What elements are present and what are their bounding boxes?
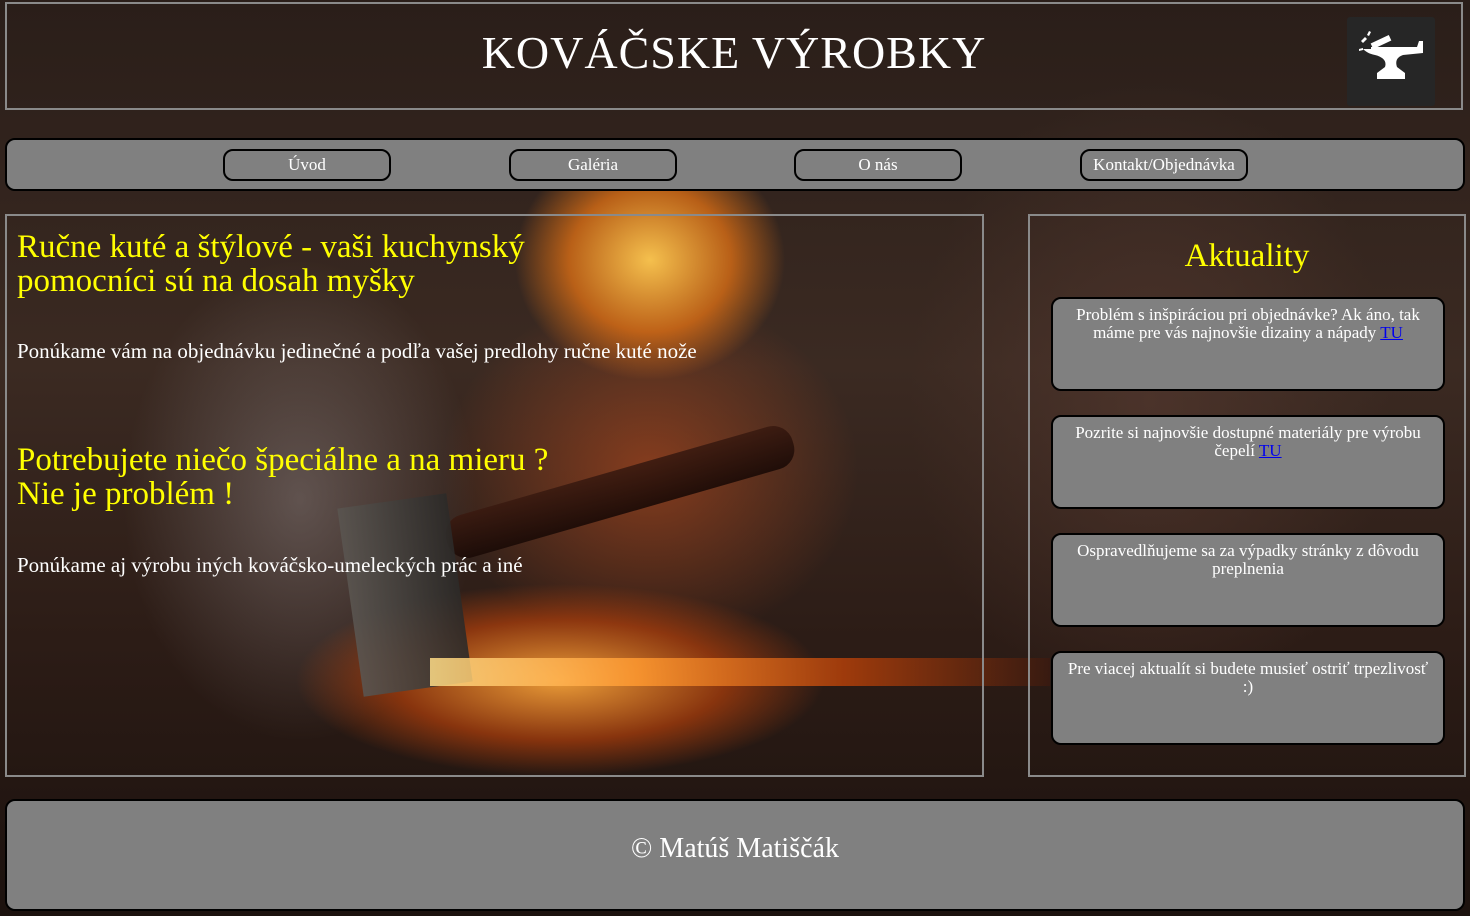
news-card-text: Pozrite si najnovšie dostupné materiály …: [1075, 423, 1421, 460]
main-navigation: Úvod Galéria O nás Kontakt/Objednávka: [5, 138, 1465, 191]
main-paragraph-1: Ponúkame vám na objednávku jedinečné a p…: [17, 339, 697, 363]
news-card-text: Pre viacej aktualít si budete musieť ost…: [1067, 659, 1429, 696]
main-heading-1-line-1: Ručne kuté a štýlové - vaši kuchynský: [17, 229, 525, 265]
main-heading-2-line-1: Potrebujete niečo špeciálne a na mieru ?: [17, 442, 549, 478]
nav-uvod-button[interactable]: Úvod: [223, 149, 391, 181]
nav-galeria-button[interactable]: Galéria: [509, 149, 677, 181]
anvil-icon[interactable]: [1347, 17, 1435, 106]
site-title: KOVÁČSKE VÝROBKY: [481, 27, 987, 78]
copyright-text: © Matúš Matiščák: [631, 833, 839, 864]
main-heading-1-line-2: pomocníci sú na dosah myšky: [17, 263, 415, 299]
main-content: Ručne kuté a štýlové - vaši kuchynský po…: [5, 214, 984, 777]
news-card-link[interactable]: TU: [1259, 441, 1282, 460]
news-card: Ospravedlňujeme sa za výpadky stránky z …: [1051, 533, 1445, 627]
news-sidebar: Aktuality Problém s inšpiráciou pri obje…: [1028, 214, 1466, 777]
news-card-text: Ospravedlňujeme sa za výpadky stránky z …: [1077, 541, 1419, 578]
news-card-text: Problém s inšpiráciou pri objednávke? Ak…: [1076, 305, 1420, 342]
news-card: Pre viacej aktualít si budete musieť ost…: [1051, 651, 1445, 745]
main-paragraph-2: Ponúkame aj výrobu iných kováčsko-umelec…: [17, 553, 523, 577]
main-heading-2-line-2: Nie je problém !: [17, 476, 235, 512]
nav-o-nas-button[interactable]: O nás: [794, 149, 962, 181]
site-footer: © Matúš Matiščák: [5, 799, 1465, 911]
nav-kontakt-button[interactable]: Kontakt/Objednávka: [1080, 149, 1248, 181]
news-title: Aktuality: [1184, 238, 1310, 274]
news-card: Pozrite si najnovšie dostupné materiály …: [1051, 415, 1445, 509]
news-card: Problém s inšpiráciou pri objednávke? Ak…: [1051, 297, 1445, 391]
news-card-link[interactable]: TU: [1380, 323, 1403, 342]
site-header: KOVÁČSKE VÝROBKY: [5, 2, 1463, 110]
